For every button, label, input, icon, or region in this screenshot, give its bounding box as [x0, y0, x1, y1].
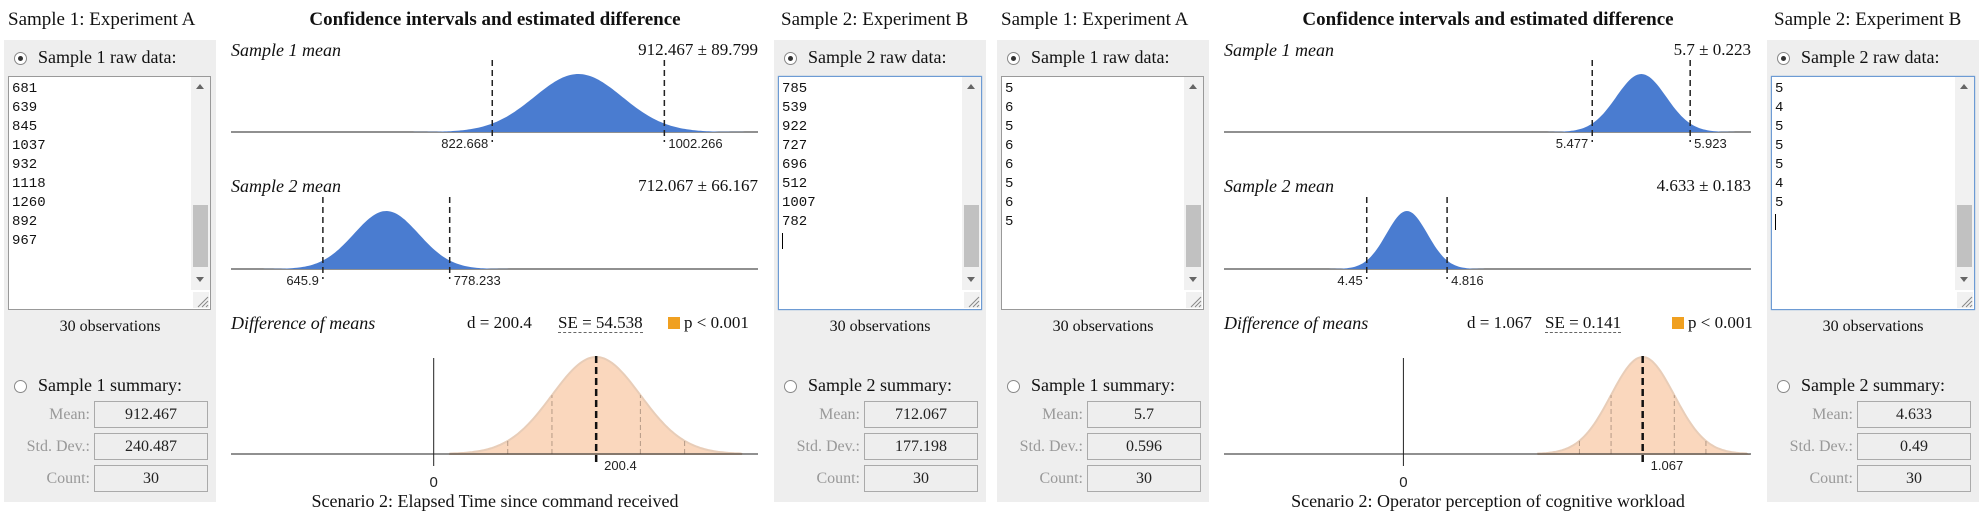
raw-value-line: 922	[782, 119, 808, 135]
sample2-observations: 30 observations	[1822, 318, 1924, 335]
raw-value-line: 5	[1775, 119, 1784, 135]
ci2-high-label: 4.816	[1451, 273, 1484, 288]
scroll-down-icon[interactable]	[967, 277, 975, 282]
sample2-raw-radio[interactable]	[784, 52, 797, 65]
sample2-raw-textarea[interactable]: 5 4 5 5 5 4 5	[1771, 76, 1975, 310]
stats-panel: Sample 1: Experiment A Sample 1 raw data…	[0, 0, 991, 513]
ci1-low-label: 822.668	[441, 136, 488, 151]
sample2-raw-textarea[interactable]: 785 539 922 727 696 512 1007 782	[778, 76, 982, 310]
d-tick-label: 200.4	[604, 458, 637, 473]
sample2-mean-label: Mean:	[1812, 406, 1853, 423]
sample2-raw-label: Sample 2 raw data:	[1801, 47, 1940, 67]
sample2-sd-field[interactable]: 0.49	[1857, 433, 1971, 460]
chart-caption: Scenario 2: Operator perception of cogni…	[1291, 491, 1685, 511]
raw-value-line: 5	[1775, 157, 1784, 173]
raw-value-line: 782	[782, 214, 808, 230]
ci1-high-label: 1002.266	[668, 136, 722, 151]
ci2-distribution	[1324, 211, 1489, 269]
ci1-distribution	[1541, 74, 1742, 132]
sample2-mean-field[interactable]: 712.067	[864, 401, 978, 428]
resize-grip-icon[interactable]	[964, 292, 980, 308]
ci2-high-label: 778.233	[454, 273, 501, 288]
scroll-up-icon[interactable]	[1960, 84, 1968, 89]
sample2-summary-label: Sample 2 summary:	[1801, 375, 1945, 395]
sample2-title: Sample 2: Experiment B	[781, 9, 969, 30]
sample2-mean-field[interactable]: 4.633	[1857, 401, 1971, 428]
sample2-count-field[interactable]: 30	[1857, 465, 1971, 492]
text-caret	[1775, 214, 1776, 230]
ci2-low-label: 4.45	[1337, 273, 1362, 288]
sample2-title: Sample 2: Experiment B	[1774, 9, 1962, 30]
ci2-low-label: 645.9	[286, 273, 319, 288]
sample2-count-label: Count:	[816, 470, 860, 487]
raw-value-line: 539	[782, 100, 808, 116]
zero-tick-label: 0	[1399, 474, 1407, 491]
sample2-scrollbar[interactable]	[962, 77, 981, 290]
scroll-thumb[interactable]	[1957, 205, 1972, 267]
ci1-low-label: 5.477	[1556, 136, 1589, 151]
sample2-mean-label: Mean:	[819, 406, 860, 423]
raw-value-line: 4	[1775, 176, 1784, 192]
text-caret	[782, 233, 783, 249]
sample2-count-field[interactable]: 30	[864, 465, 978, 492]
sample2-raw-label: Sample 2 raw data:	[808, 47, 947, 67]
raw-value-line: 4	[1775, 100, 1784, 116]
raw-value-line: 727	[782, 138, 808, 154]
sample2-summary-radio[interactable]	[1777, 380, 1790, 393]
raw-value-line: 512	[782, 176, 808, 192]
chart-caption: Scenario 2: Elapsed Time since command r…	[311, 491, 679, 511]
sample2-sd-label: Std. Dev.:	[796, 438, 860, 455]
sample2-summary-radio[interactable]	[784, 380, 797, 393]
raw-value-line: 696	[782, 157, 808, 173]
scroll-up-icon[interactable]	[967, 84, 975, 89]
ci2-distribution	[256, 211, 516, 269]
raw-value-line: 5	[1775, 81, 1784, 97]
sample2-sd-label: Std. Dev.:	[1789, 438, 1853, 455]
stats-panel: Sample 1: Experiment A Sample 1 raw data…	[993, 0, 1983, 513]
scroll-thumb[interactable]	[964, 205, 979, 267]
sample2-scrollbar[interactable]	[1955, 77, 1974, 290]
sample2-sd-field[interactable]: 177.198	[864, 433, 978, 460]
raw-value-line: 1007	[782, 195, 816, 211]
raw-value-line: 5	[1775, 138, 1784, 154]
sample2-count-label: Count:	[1809, 470, 1853, 487]
sample2-raw-radio[interactable]	[1777, 52, 1790, 65]
resize-grip-icon[interactable]	[1957, 292, 1973, 308]
ci1-distribution	[402, 74, 754, 132]
zero-tick-label: 0	[430, 474, 438, 491]
ci1-high-label: 5.923	[1694, 136, 1727, 151]
sample2-observations: 30 observations	[829, 318, 931, 335]
scroll-down-icon[interactable]	[1960, 277, 1968, 282]
raw-value-line: 5	[1775, 195, 1784, 211]
sample2-summary-label: Sample 2 summary:	[808, 375, 952, 395]
d-tick-label: 1.067	[1651, 458, 1684, 473]
raw-value-line: 785	[782, 81, 808, 97]
